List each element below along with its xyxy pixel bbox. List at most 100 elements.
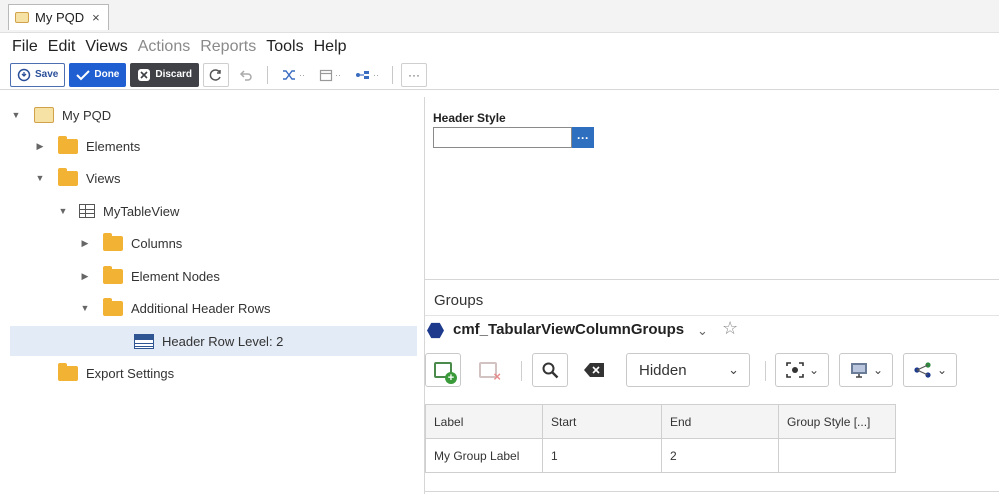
chevron-down-icon[interactable]: ▼ (10, 110, 22, 120)
discard-icon (138, 68, 151, 81)
visibility-select[interactable]: Hidden ⌄ (626, 353, 750, 387)
refresh-icon (209, 68, 221, 81)
save-icon (17, 68, 31, 81)
table-cell[interactable]: My Group Label (425, 438, 543, 473)
chevron-down-icon: ⌄ (808, 363, 820, 377)
menu-views[interactable]: Views (85, 38, 127, 56)
tree-item-views[interactable]: ▼ Views (34, 163, 120, 193)
menu-file[interactable]: File (12, 38, 38, 56)
delete-group-button[interactable] (470, 353, 506, 387)
display-button[interactable]: ⌄ (839, 353, 893, 387)
hexagon-icon (427, 322, 444, 339)
connect-button[interactable]: ·· (350, 62, 385, 87)
header-style-browse-button[interactable]: ··· (572, 127, 594, 148)
table-cell[interactable]: 1 (542, 438, 662, 473)
tab-underline (425, 315, 999, 316)
chevron-right-icon[interactable]: ▶ (79, 271, 91, 282)
tree-item-label: Element Nodes (131, 268, 220, 284)
tree-item-label: Views (86, 170, 121, 186)
toolbar-separator (267, 65, 269, 84)
header-style-input[interactable] (433, 127, 572, 148)
connect-icon (356, 70, 370, 79)
search-icon (542, 362, 559, 379)
chevron-down-icon[interactable]: ▼ (34, 173, 46, 183)
chevron-right-icon[interactable]: ▶ (34, 141, 46, 152)
panel-divider[interactable] (425, 279, 999, 280)
tree-item-export-settings[interactable]: Export Settings (34, 358, 174, 388)
table-view-icon (79, 204, 95, 218)
table-cell[interactable] (778, 438, 896, 473)
menu-reports[interactable]: Reports (200, 38, 256, 56)
tree-item-additional-header-rows[interactable]: ▼ Additional Header Rows (79, 293, 270, 323)
chevron-down-icon[interactable]: ▼ (57, 206, 69, 216)
tree-item-label: Additional Header Rows (131, 300, 271, 316)
view-mode-button[interactable]: ⌄ (775, 353, 829, 387)
share-button[interactable]: ⌄ (903, 353, 957, 387)
discard-button[interactable]: Discard (130, 62, 200, 87)
chevron-down-icon: ⌄ (936, 363, 948, 377)
folder-icon (103, 265, 123, 284)
split-button[interactable]: ·· (276, 62, 311, 87)
add-group-button[interactable] (425, 353, 461, 387)
chevron-down-icon: ⌄ (872, 363, 884, 377)
tree-item-my-pqd[interactable]: ▼ My PQD (10, 100, 111, 130)
close-icon[interactable]: × (92, 10, 100, 25)
tree-item-mytableview[interactable]: ▼ MyTableView (57, 196, 180, 226)
split-dropdown-icon: ·· (299, 69, 306, 80)
groups-toolbar: Hidden ⌄ ⌄ ⌄ ⌄ (425, 353, 999, 389)
panel-bottom-border (425, 491, 999, 492)
column-header-label[interactable]: Label (425, 404, 543, 439)
tree-item-label: Export Settings (86, 365, 175, 381)
check-icon (76, 69, 91, 80)
header-style-label: Header Style (433, 111, 506, 125)
done-button[interactable]: Done (69, 62, 127, 87)
table-cell[interactable]: 2 (661, 438, 779, 473)
tree-item-elements[interactable]: ▶ Elements (34, 131, 140, 161)
connect-dropdown-icon: ·· (373, 69, 380, 80)
tree-item-label: Header Row Level: 2 (162, 333, 284, 349)
folder-icon (103, 232, 123, 251)
menu-tools[interactable]: Tools (266, 38, 303, 56)
chevron-down-icon[interactable]: ⌄ (697, 323, 708, 339)
save-button[interactable]: Save (10, 62, 66, 87)
menu-edit[interactable]: Edit (48, 38, 76, 56)
tree-item-header-row-level[interactable]: Header Row Level: 2 (10, 326, 417, 356)
menu-help[interactable]: Help (314, 38, 347, 56)
tree-item-label: MyTableView (103, 203, 180, 219)
pqd-file-icon (15, 12, 29, 23)
toolbar-separator (392, 65, 394, 84)
groups-table: Label Start End Group Style [...] My Gro… (425, 404, 896, 473)
column-header-end[interactable]: End (661, 404, 779, 439)
chevron-down-icon[interactable]: ▼ (79, 303, 91, 313)
star-icon[interactable]: ☆ (722, 318, 738, 339)
search-button[interactable] (532, 353, 568, 387)
visibility-select-value: Hidden (639, 361, 687, 379)
tab-groups[interactable]: Groups (434, 292, 483, 309)
column-header-group-style[interactable]: Group Style [...] (778, 404, 896, 439)
calendar-dropdown-icon: ·· (335, 69, 342, 80)
group-name: cmf_TabularViewColumnGroups (453, 321, 685, 338)
toolbar-separator (521, 361, 522, 381)
column-header-start[interactable]: Start (542, 404, 662, 439)
refresh-button[interactable] (203, 62, 230, 87)
tree-item-element-nodes[interactable]: ▶ Element Nodes (79, 261, 220, 291)
backspace-icon (584, 363, 604, 377)
document-tab[interactable]: My PQD × (8, 4, 109, 30)
menu-actions[interactable]: Actions (138, 38, 190, 56)
add-icon (434, 362, 457, 384)
folder-icon (103, 297, 123, 316)
more-button[interactable]: ··· (401, 62, 428, 87)
table-row[interactable]: My Group Label 1 2 (425, 438, 896, 473)
split-icon (283, 69, 296, 80)
more-icon: ··· (408, 67, 421, 82)
undo-icon (239, 69, 252, 81)
monitor-icon (850, 363, 867, 378)
tree-item-columns[interactable]: ▶ Columns (79, 228, 182, 258)
document-tab-title: My PQD (35, 10, 85, 25)
tree-item-label: Elements (86, 138, 141, 154)
clear-filter-button[interactable] (576, 353, 612, 387)
chevron-right-icon[interactable]: ▶ (79, 238, 91, 249)
undo-button[interactable] (233, 62, 260, 87)
calendar-button[interactable]: ·· (314, 62, 347, 87)
tree-item-label: My PQD (62, 107, 112, 123)
